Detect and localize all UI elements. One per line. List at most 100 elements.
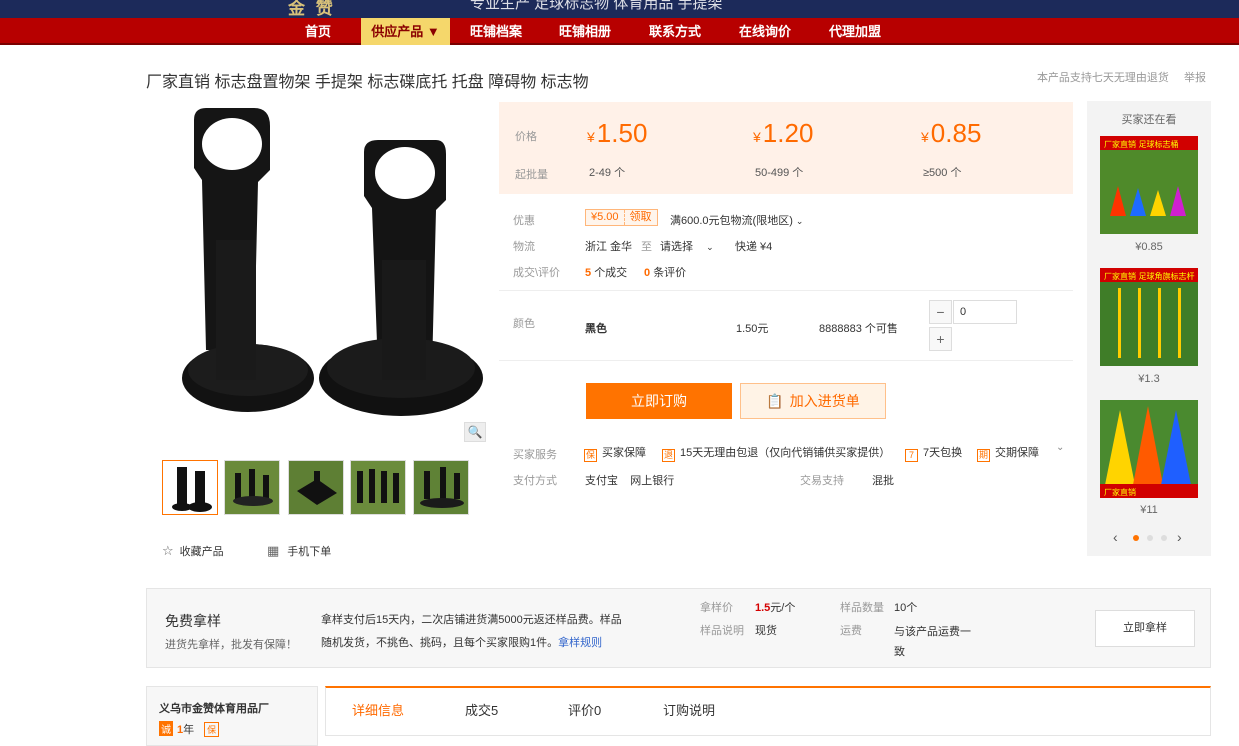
sample-ship: 与该产品运费一致	[894, 626, 971, 658]
top-links: 本产品支持七天无理由退货 举报	[1025, 69, 1206, 85]
divider	[499, 360, 1073, 361]
clock-icon: 期	[977, 449, 990, 462]
chevron-down-icon: ⌄	[795, 216, 804, 226]
price-label: 价格	[515, 131, 537, 143]
nav-profile[interactable]: 旺铺档案	[458, 18, 534, 45]
sku-color-name: 黑色	[585, 323, 607, 335]
detail-tabs: 详细信息 成交5 评价0 订购说明	[325, 686, 1211, 736]
thumbnail-4[interactable]	[350, 460, 406, 515]
ship-from: 浙江 金华	[585, 241, 633, 253]
chevron-right-icon[interactable]: ›	[1177, 529, 1182, 545]
holder-stand-image	[146, 100, 486, 440]
add-to-cart-button[interactable]: 📋 加入进货单	[740, 383, 886, 419]
divider	[499, 290, 1073, 291]
svg-text:厂家直销 足球角旗标志杆: 厂家直销 足球角旗标志杆	[1104, 271, 1195, 281]
price-tier-2: ¥1.20	[753, 118, 814, 148]
thumbnail-2[interactable]	[224, 460, 280, 515]
sample-note-label: 样品说明	[700, 625, 744, 637]
carousel-dot-active[interactable]	[1133, 535, 1139, 541]
nav-agent[interactable]: 代理加盟	[816, 18, 894, 45]
flag-poles-image: 厂家直销 足球角旗标志杆	[1100, 268, 1198, 366]
favorite-label: 收藏产品	[179, 546, 224, 558]
service-label: 买家服务	[513, 449, 557, 461]
minus-button[interactable]: −	[929, 300, 952, 324]
also-viewed-price-2: ¥1.3	[1138, 373, 1160, 385]
deal-count[interactable]: 5 个成交	[585, 264, 627, 280]
sample-count: 10个	[894, 602, 918, 614]
product-title: 厂家直销 标志盘置物架 手提架 标志碟底托 托盘 障碍物 标志物	[146, 74, 589, 91]
sku-price: 1.50元	[736, 323, 769, 335]
service-delivery-guarantee[interactable]: 期交期保障	[977, 444, 1039, 462]
nav-inquiry[interactable]: 在线询价	[726, 18, 804, 45]
also-viewed-item-1[interactable]: 厂家直销 足球标志桶	[1100, 136, 1198, 234]
price-box: 价格 起批量 ¥1.50 2-49 个 ¥1.20 50-499 个 ¥0.85…	[499, 102, 1073, 194]
qty-tier-1: 2-49 个	[589, 167, 626, 179]
seller-years: 诚 1年保	[159, 721, 220, 737]
trust-badge-icon: 诚	[159, 721, 173, 736]
product-main-image[interactable]	[146, 100, 486, 440]
thumbnail-3[interactable]	[288, 460, 344, 515]
thumbnail-5[interactable]	[413, 460, 469, 515]
service-7day-exchange[interactable]: 7 7天包换	[905, 444, 962, 462]
payment-methods: 支付宝 网上银行	[585, 475, 675, 487]
nav-home[interactable]: 首页	[288, 18, 348, 45]
qty-tier-2: 50-499 个	[755, 167, 804, 179]
shop-header: 金 赞 专业生产 足球标志物 体育用品 手提架	[0, 0, 1239, 18]
coupon-get[interactable]: 领取	[623, 210, 657, 225]
ship-to-word: 至	[641, 241, 652, 253]
nav-contact[interactable]: 联系方式	[636, 18, 714, 45]
also-viewed-item-2[interactable]: 厂家直销 足球角旗标志杆	[1100, 268, 1198, 366]
also-viewed-item-3[interactable]: 厂家直销	[1100, 400, 1198, 498]
exchange-icon: 7	[905, 449, 918, 462]
sample-price: 1.5元/个	[755, 602, 796, 614]
buy-now-button[interactable]: 立即订购	[586, 383, 732, 419]
qrcode-icon: ▦	[267, 543, 280, 558]
get-sample-button[interactable]: 立即拿样	[1095, 610, 1195, 647]
sample-rule-link[interactable]: 拿样规则	[558, 637, 602, 649]
shop-nav: 首页 供应产品 ▼ 旺铺档案 旺铺相册 联系方式 在线询价 代理加盟	[0, 18, 1239, 45]
trade-support-value: 混批	[872, 475, 894, 487]
big-cones-image: 厂家直销	[1100, 400, 1198, 498]
report-link[interactable]: 举报	[1184, 72, 1206, 84]
carousel-dot[interactable]	[1161, 535, 1167, 541]
seller-name[interactable]: 义乌市金赞体育用品厂	[159, 700, 269, 716]
also-viewed-price-3: ¥11	[1140, 504, 1158, 516]
service-buyer-protection[interactable]: 保买家保障	[584, 444, 646, 462]
seller-box: 义乌市金赞体育用品厂 诚 1年保	[146, 686, 318, 746]
tab-reviews[interactable]: 评价0	[568, 700, 601, 719]
offer-label: 优惠	[513, 215, 535, 227]
mobile-label: 手机下单	[287, 546, 332, 558]
sample-note: 现货	[755, 625, 777, 637]
stand-thumbnail-image	[163, 461, 217, 514]
zoom-icon[interactable]: 🔍	[464, 422, 486, 442]
price-tier-3: ¥0.85	[921, 118, 982, 148]
carousel-dot[interactable]	[1147, 535, 1153, 541]
tab-order-notes[interactable]: 订购说明	[663, 700, 715, 719]
also-viewed-sidebar: 买家还在看 厂家直销 足球标志桶 ¥0.85 厂家直销 足球角旗标志杆 ¥1.3…	[1087, 101, 1211, 556]
favorite-action[interactable]: ☆ 收藏产品	[162, 543, 224, 559]
coupon-badge[interactable]: ¥5.00 领取	[585, 209, 658, 226]
free-sample-panel: 免费拿样 进货先拿样，批发有保障！ 拿样支付后15天内，二次店铺进货满5000元…	[146, 588, 1211, 668]
shop-slogan: 专业生产 足球标志物 体育用品 手提架	[470, 0, 723, 12]
shield-icon: 保	[204, 722, 220, 737]
thumbnail-1[interactable]	[162, 460, 218, 515]
shield-icon: 保	[584, 449, 597, 462]
sample-price-label: 拿样价	[700, 602, 733, 614]
free-shipping[interactable]: 满600.0元包物流(限地区) ⌄	[670, 212, 803, 228]
review-count[interactable]: 0 条评价	[644, 264, 686, 280]
service-15day-return[interactable]: 退 15天无理由包退（仅向代销铺供买家提供）	[662, 444, 890, 462]
tab-deals[interactable]: 成交5	[465, 700, 498, 719]
quantity-input[interactable]: 0	[953, 300, 1017, 324]
nav-album[interactable]: 旺铺相册	[546, 18, 624, 45]
plus-button[interactable]: +	[929, 327, 952, 351]
nav-products[interactable]: 供应产品 ▼	[361, 18, 450, 45]
chevron-down-icon[interactable]: ⌄	[1056, 442, 1064, 453]
grass-thumbnail-image	[414, 461, 468, 514]
grass-thumbnail-image	[289, 461, 343, 514]
mobile-order-action[interactable]: ▦ 手机下单	[267, 543, 331, 559]
sku-stock: 8888883 个可售	[819, 323, 898, 335]
tab-details[interactable]: 详细信息	[352, 700, 404, 719]
chevron-left-icon[interactable]: ‹	[1113, 529, 1118, 545]
destination-select[interactable]: 请选择 ⌄	[660, 238, 714, 254]
also-viewed-price-1: ¥0.85	[1135, 241, 1163, 253]
